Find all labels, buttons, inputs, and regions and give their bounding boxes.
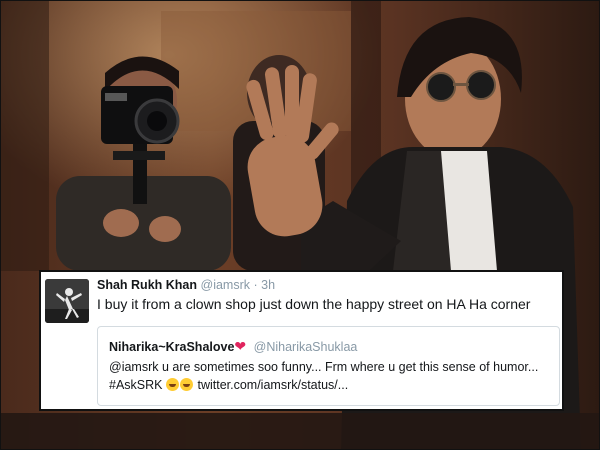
author-handle[interactable]: @iamsrk bbox=[201, 278, 251, 292]
tweet-card[interactable]: Shah Rukh Khan @iamsrk · 3h I buy it fro… bbox=[39, 270, 564, 411]
quoted-tweet[interactable]: Niharika~KraShalove❤ @NiharikaShuklaa @i… bbox=[97, 326, 560, 406]
face-with-tears-of-joy-icon bbox=[179, 378, 193, 391]
quoted-tweet-text: @iamsrk u are sometimes soo funny... Frm… bbox=[109, 358, 549, 394]
quoted-author-handle[interactable]: @NiharikaShuklaa bbox=[254, 340, 358, 354]
avatar[interactable] bbox=[45, 279, 89, 323]
author-name[interactable]: Shah Rukh Khan bbox=[97, 278, 197, 292]
tweet-timestamp[interactable]: 3h bbox=[261, 278, 275, 292]
tweet-header: Shah Rukh Khan @iamsrk · 3h bbox=[97, 278, 275, 292]
separator-dot: · bbox=[253, 278, 258, 292]
face-with-tears-of-joy-icon bbox=[165, 378, 179, 391]
quoted-tweet-header: Niharika~KraShalove❤ @NiharikaShuklaa bbox=[109, 338, 357, 355]
quoted-author-name[interactable]: Niharika~KraShalove bbox=[109, 340, 234, 354]
tweet-text: I buy it from a clown shop just down the… bbox=[97, 296, 531, 312]
quoted-tweet-link[interactable]: twitter.com/iamsrk/status/... bbox=[197, 378, 348, 392]
heart-icon: ❤ bbox=[234, 338, 247, 354]
